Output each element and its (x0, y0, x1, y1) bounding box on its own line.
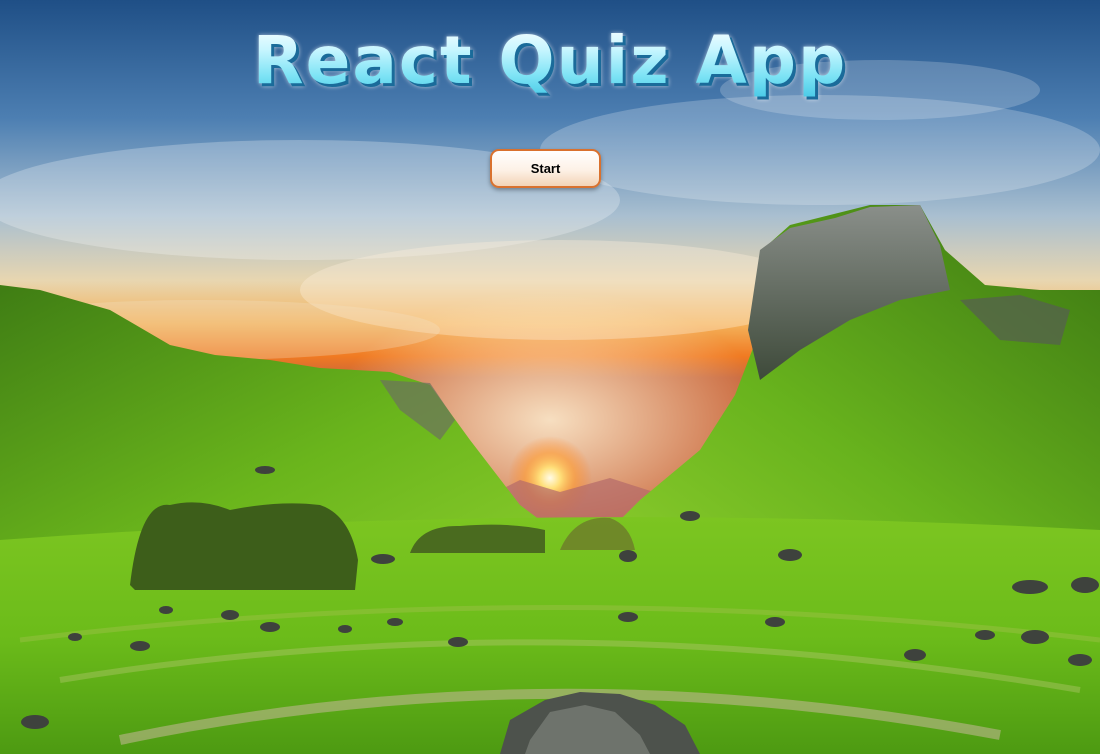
background-landscape-image (0, 0, 1100, 754)
start-button[interactable]: Start (490, 149, 601, 188)
quiz-app-root: React Quiz App Start (0, 0, 1100, 754)
page-title: React Quiz App (0, 22, 1100, 99)
